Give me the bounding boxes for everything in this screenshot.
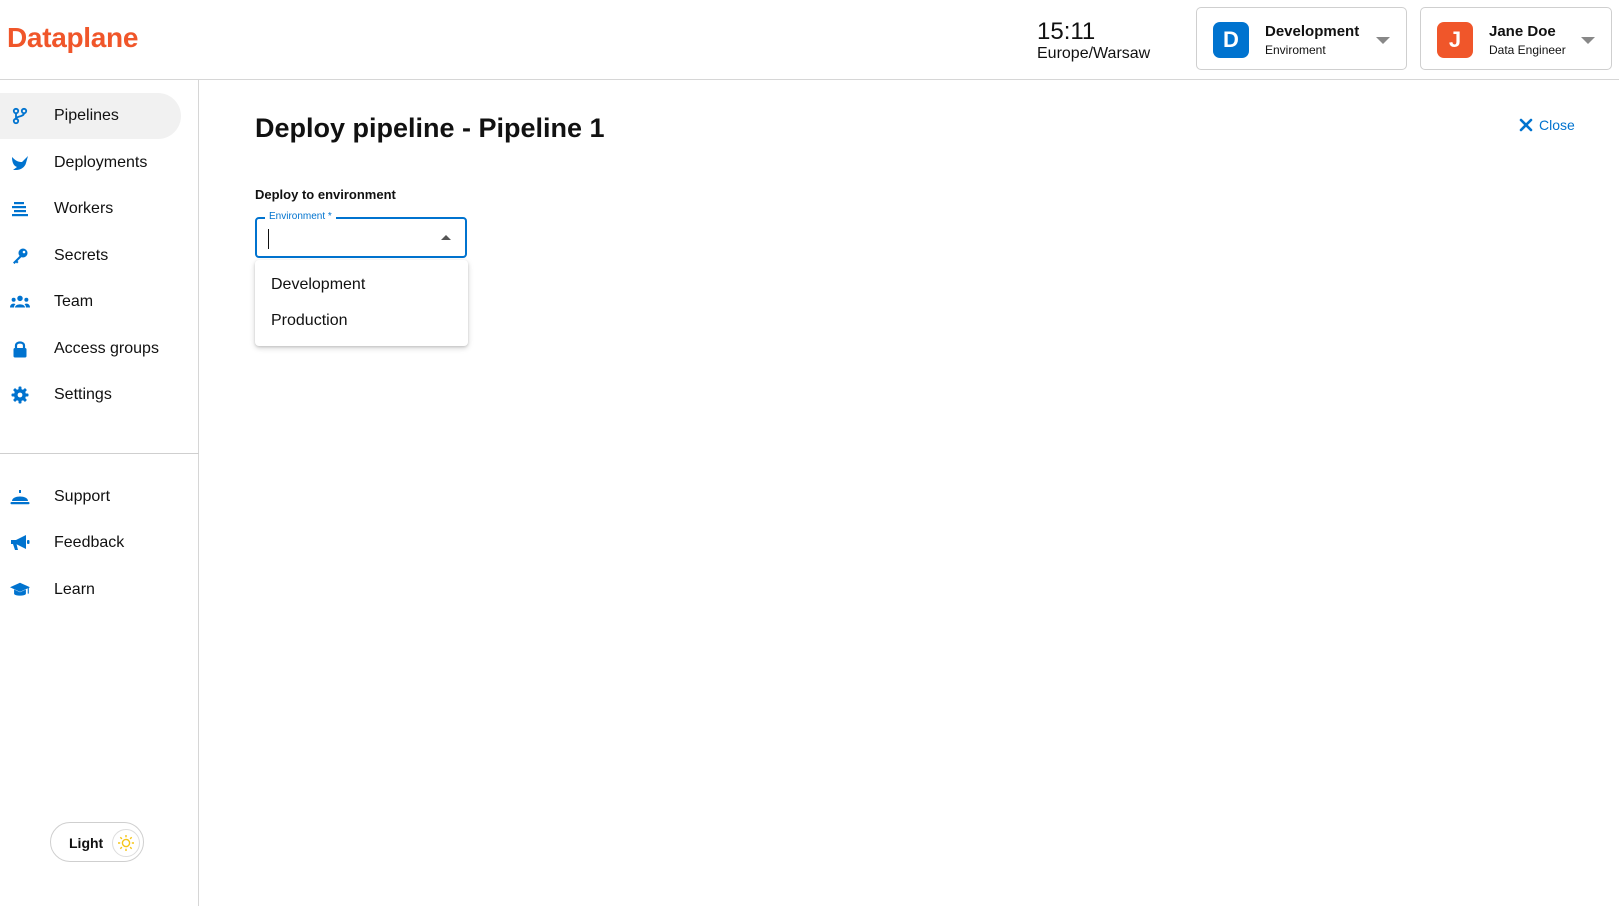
deployments-icon: [10, 153, 30, 173]
theme-toggle-label: Light: [69, 835, 104, 851]
pipelines-icon: [10, 106, 30, 126]
sidebar-item-label: Feedback: [54, 534, 125, 551]
option-development[interactable]: Development: [255, 267, 468, 303]
clock: 15:11 Europe/Warsaw: [1037, 20, 1150, 62]
sidebar-item-label: Pipelines: [54, 107, 119, 124]
sidebar-item-secrets[interactable]: Secrets: [0, 233, 181, 279]
sidebar: Pipelines Deployments Workers Secrets Te…: [0, 80, 199, 906]
chevron-down-icon: [1581, 37, 1595, 44]
theme-toggle[interactable]: Light: [50, 822, 144, 862]
page-title: Deploy pipeline - Pipeline 1: [255, 113, 605, 143]
sidebar-item-label: Secrets: [54, 247, 109, 264]
key-icon: [10, 246, 30, 266]
close-icon: [1519, 118, 1533, 132]
sidebar-item-feedback[interactable]: Feedback: [0, 520, 181, 566]
lock-icon: [10, 339, 30, 359]
sidebar-item-support[interactable]: Support: [0, 474, 181, 520]
gear-icon: [10, 385, 30, 405]
sidebar-item-label: Workers: [54, 200, 114, 217]
sun-icon: [112, 829, 140, 857]
sidebar-item-label: Access groups: [54, 340, 159, 357]
team-icon: [10, 292, 30, 312]
sidebar-item-label: Learn: [54, 581, 95, 598]
option-production[interactable]: Production: [255, 303, 468, 339]
sidebar-item-workers[interactable]: Workers: [0, 186, 181, 232]
sidebar-item-team[interactable]: Team: [0, 279, 181, 325]
sidebar-divider: [0, 453, 199, 454]
environment-field-label: Environment *: [265, 211, 336, 222]
environment-select[interactable]: Environment *: [255, 211, 467, 258]
environment-badge: D: [1213, 22, 1249, 58]
sidebar-item-deployments[interactable]: Deployments: [0, 140, 181, 186]
clock-time: 15:11: [1037, 18, 1096, 45]
user-menu[interactable]: J Jane Doe Data Engineer: [1420, 7, 1612, 70]
app-logo[interactable]: Dataplane: [7, 22, 138, 54]
workers-icon: [10, 199, 30, 219]
sidebar-item-access-groups[interactable]: Access groups: [0, 326, 181, 372]
environment-options-menu: Development Production: [255, 260, 468, 346]
environment-subtitle: Enviroment: [1265, 43, 1326, 57]
sidebar-item-settings[interactable]: Settings: [0, 372, 181, 418]
sidebar-item-label: Settings: [54, 386, 112, 403]
section-label: Deploy to environment: [255, 187, 396, 202]
sidebar-item-label: Deployments: [54, 154, 148, 171]
close-button-label: Close: [1539, 117, 1575, 133]
app-header: Dataplane 15:11 Europe/Warsaw D Developm…: [0, 0, 1619, 80]
chevron-up-icon[interactable]: [441, 235, 451, 240]
user-avatar: J: [1437, 22, 1473, 58]
megaphone-icon: [10, 533, 30, 553]
chevron-down-icon: [1376, 37, 1390, 44]
user-name: Jane Doe: [1489, 23, 1556, 40]
environment-selector[interactable]: D Development Enviroment: [1196, 7, 1407, 70]
sidebar-item-label: Team: [54, 293, 94, 310]
text-cursor: [268, 229, 269, 249]
sidebar-item-learn[interactable]: Learn: [0, 567, 181, 613]
clock-timezone: Europe/Warsaw: [1037, 45, 1151, 62]
environment-title: Development: [1265, 23, 1360, 40]
support-icon: [10, 487, 30, 507]
close-button[interactable]: Close: [1519, 117, 1575, 133]
sidebar-item-pipelines[interactable]: Pipelines: [0, 93, 181, 139]
user-role: Data Engineer: [1489, 43, 1566, 57]
graduation-cap-icon: [10, 580, 30, 600]
sidebar-item-label: Support: [54, 488, 111, 505]
